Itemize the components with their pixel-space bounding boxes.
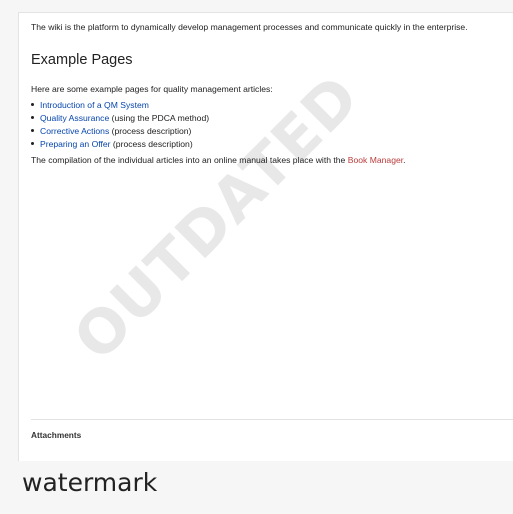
attachments-section-label: Attachments — [31, 430, 82, 440]
list-item: Quality Assurance (using the PDCA method… — [31, 112, 209, 125]
list-item: Preparing an Offer (process description) — [31, 138, 209, 151]
lead-text: Here are some example pages for quality … — [31, 84, 273, 94]
page: The wiki is the platform to dynamically … — [0, 0, 513, 514]
compilation-text-before: The compilation of the individual articl… — [31, 155, 348, 165]
wiki-article-content: The wiki is the platform to dynamically … — [18, 12, 513, 461]
bullet-icon — [31, 129, 34, 133]
compilation-text-after: . — [403, 155, 406, 165]
list-item-suffix: (process description) — [110, 139, 193, 149]
link-quality-assurance[interactable]: Quality Assurance — [40, 113, 109, 123]
list-item-suffix: (process description) — [109, 126, 192, 136]
link-book-manager[interactable]: Book Manager — [348, 155, 403, 165]
link-preparing-an-offer[interactable]: Preparing an Offer — [40, 139, 111, 149]
link-corrective-actions[interactable]: Corrective Actions — [40, 126, 109, 136]
list-item: Introduction of a QM System — [31, 99, 209, 112]
bullet-icon — [31, 116, 34, 120]
image-caption: watermark — [22, 468, 158, 497]
bullet-icon — [31, 103, 34, 107]
link-introduction-qm-system[interactable]: Introduction of a QM System — [40, 100, 149, 110]
list-item-suffix: (using the PDCA method) — [109, 113, 210, 123]
example-pages-list: Introduction of a QM System Quality Assu… — [31, 99, 209, 151]
list-item: Corrective Actions (process description) — [31, 125, 209, 138]
section-heading: Example Pages — [31, 52, 133, 68]
intro-text: The wiki is the platform to dynamically … — [31, 22, 468, 32]
compilation-text: The compilation of the individual articl… — [31, 155, 406, 165]
bullet-icon — [31, 142, 34, 146]
outdated-watermark: OUTDATED — [61, 62, 374, 375]
attachments-divider — [31, 419, 513, 420]
